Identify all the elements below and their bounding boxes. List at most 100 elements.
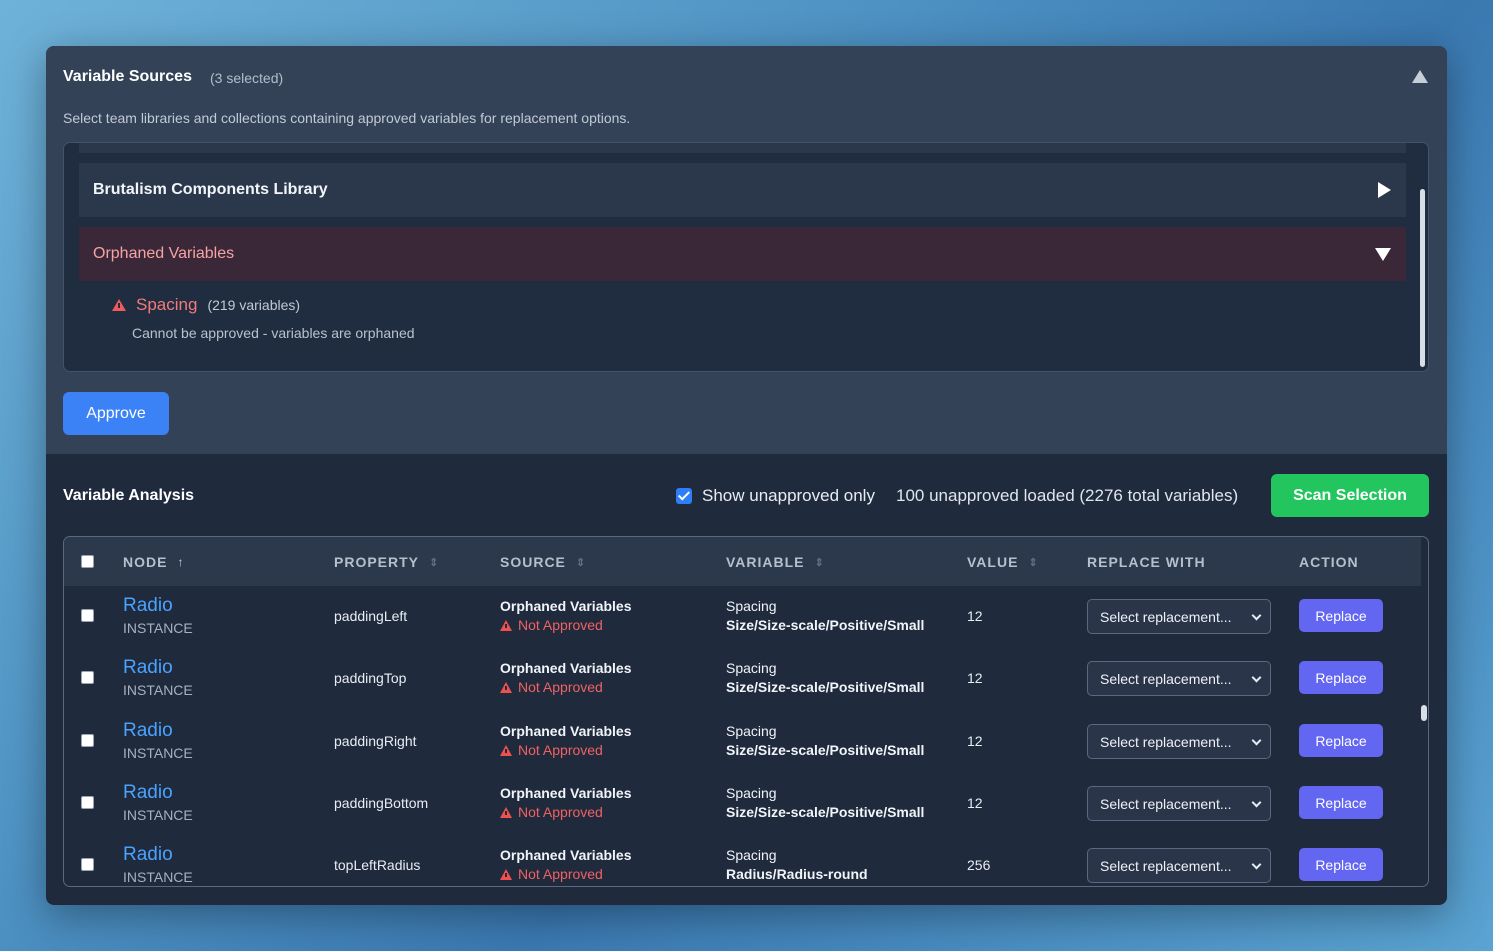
node-type: INSTANCE — [123, 745, 193, 761]
replacement-select[interactable]: Select replacement... — [1087, 661, 1271, 696]
node-type: INSTANCE — [123, 869, 193, 885]
source-name: Orphaned Variables — [500, 847, 632, 863]
warning-icon — [500, 681, 512, 693]
col-variable[interactable]: VARIABLE ⇕ — [726, 554, 825, 570]
property-name: topLeftRadius — [334, 857, 421, 873]
sort-icon: ⇕ — [1028, 556, 1039, 569]
orphan-collection-count: (219 variables) — [207, 297, 301, 313]
row-checkbox[interactable] — [81, 734, 94, 747]
status-text: Not Approved — [518, 679, 603, 695]
sources-selected-count: (3 selected) — [210, 70, 284, 86]
loaded-count-label: 100 unapproved loaded (2276 total variab… — [896, 486, 1239, 505]
replace-button[interactable]: Replace — [1299, 848, 1383, 881]
warning-icon — [500, 744, 512, 756]
library-row-orphaned[interactable]: Orphaned Variables — [79, 227, 1406, 281]
variable-path: Size/Size-scale/Positive/Small — [726, 679, 925, 695]
show-unapproved-checkbox[interactable] — [676, 488, 692, 504]
table-row: Radio INSTANCE paddingTop Orphaned Variable… — [64, 649, 1421, 711]
library-name: Brutalism Components Library — [93, 181, 328, 198]
plugin-window: Variable Sources (3 selected) Select tea… — [46, 46, 1447, 905]
col-source[interactable]: SOURCE ⇕ — [500, 554, 586, 570]
show-unapproved-toggle[interactable]: Show unapproved only — [676, 486, 875, 506]
replace-button[interactable]: Replace — [1299, 599, 1383, 632]
status-text: Not Approved — [518, 742, 603, 758]
property-name: paddingBottom — [334, 795, 429, 811]
variable-value: 256 — [967, 857, 991, 873]
replace-button[interactable]: Replace — [1299, 661, 1383, 694]
replacement-select[interactable]: Select replacement... — [1087, 599, 1271, 634]
table-row: Radio INSTANCE topLeftRadius Orphaned Varia… — [64, 836, 1421, 886]
library-row-brutalism[interactable]: Brutalism Components Library — [79, 163, 1406, 217]
col-node[interactable]: NODE ↑ — [123, 554, 184, 570]
node-link[interactable]: Radio — [123, 720, 173, 742]
property-name: paddingTop — [334, 670, 407, 686]
col-node-label: NODE — [123, 554, 168, 570]
sources-description: Select team libraries and collections co… — [63, 110, 631, 126]
replacement-select[interactable]: Select replacement... — [1087, 848, 1271, 883]
table-header: NODE ↑ PROPERTY ⇕ SOURCE ⇕ VARIABLE ⇕ VALUE ⇕… — [64, 537, 1421, 586]
status-badge: Not Approved — [500, 742, 603, 758]
node-link[interactable]: Radio — [123, 844, 173, 866]
approve-button[interactable]: Approve — [63, 392, 169, 435]
status-badge: Not Approved — [500, 679, 603, 695]
replacement-select[interactable]: Select replacement... — [1087, 724, 1271, 759]
orphan-collection-name: Spacing — [136, 295, 198, 314]
row-checkbox[interactable] — [81, 671, 94, 684]
col-source-label: SOURCE — [500, 554, 566, 570]
node-link[interactable]: Radio — [123, 782, 173, 804]
orphan-note: Cannot be approved - variables are orpha… — [132, 325, 415, 341]
col-value[interactable]: VALUE ⇕ — [967, 554, 1039, 570]
col-action-label: ACTION — [1299, 554, 1359, 570]
chevron-down-icon — [1251, 859, 1262, 870]
replace-button[interactable]: Replace — [1299, 724, 1383, 757]
analysis-title: Variable Analysis — [63, 487, 195, 504]
node-type: INSTANCE — [123, 682, 193, 698]
variable-value: 12 — [967, 733, 983, 749]
variables-table: NODE ↑ PROPERTY ⇕ SOURCE ⇕ VARIABLE ⇕ VALUE ⇕… — [63, 536, 1429, 887]
node-type: INSTANCE — [123, 620, 193, 636]
col-replace-with-label: REPLACE WITH — [1087, 554, 1206, 570]
property-name: paddingLeft — [334, 608, 408, 624]
collapse-up-icon[interactable] — [1412, 70, 1428, 83]
library-scrollbar[interactable] — [1420, 189, 1425, 367]
library-list: Brutalism Components Library Orphaned Va… — [63, 142, 1429, 372]
select-all-checkbox[interactable] — [81, 555, 94, 568]
row-checkbox[interactable] — [81, 796, 94, 809]
col-property[interactable]: PROPERTY ⇕ — [334, 554, 439, 570]
replace-button[interactable]: Replace — [1299, 786, 1383, 819]
table-row: Radio INSTANCE paddingLeft Orphaned Variabl… — [64, 587, 1421, 649]
select-value: Select replacement... — [1100, 608, 1232, 625]
table-scrollbar[interactable] — [1421, 705, 1427, 721]
replacement-select[interactable]: Select replacement... — [1087, 786, 1271, 821]
select-value: Select replacement... — [1100, 733, 1232, 750]
warning-icon — [112, 299, 126, 311]
table-row: Radio INSTANCE paddingRight Orphaned Variab… — [64, 712, 1421, 774]
node-link[interactable]: Radio — [123, 595, 173, 617]
row-checkbox[interactable] — [81, 858, 94, 871]
scan-selection-button[interactable]: Scan Selection — [1271, 474, 1429, 517]
orphan-collection: Spacing (219 variables) — [112, 295, 300, 315]
status-badge: Not Approved — [500, 804, 603, 820]
variable-path: Size/Size-scale/Positive/Small — [726, 804, 925, 820]
chevron-down-icon — [1251, 735, 1262, 746]
col-action: ACTION — [1299, 554, 1359, 570]
variable-path: Size/Size-scale/Positive/Small — [726, 617, 925, 633]
library-list-partial-row — [79, 143, 1406, 153]
source-name: Orphaned Variables — [500, 723, 632, 739]
status-text: Not Approved — [518, 866, 603, 882]
col-variable-label: VARIABLE — [726, 554, 805, 570]
warning-icon — [500, 868, 512, 880]
status-text: Not Approved — [518, 617, 603, 633]
select-value: Select replacement... — [1100, 670, 1232, 687]
node-link[interactable]: Radio — [123, 657, 173, 679]
show-unapproved-label: Show unapproved only — [702, 486, 875, 505]
row-checkbox[interactable] — [81, 609, 94, 622]
warning-icon — [500, 619, 512, 631]
table-row: Radio INSTANCE paddingBottom Orphaned Varia… — [64, 774, 1421, 836]
variable-collection: Spacing — [726, 847, 777, 863]
variable-value: 12 — [967, 608, 983, 624]
chevron-down-icon — [1251, 797, 1262, 808]
expand-right-icon — [1378, 182, 1391, 198]
expand-down-icon — [1375, 248, 1391, 261]
source-name: Orphaned Variables — [500, 785, 632, 801]
